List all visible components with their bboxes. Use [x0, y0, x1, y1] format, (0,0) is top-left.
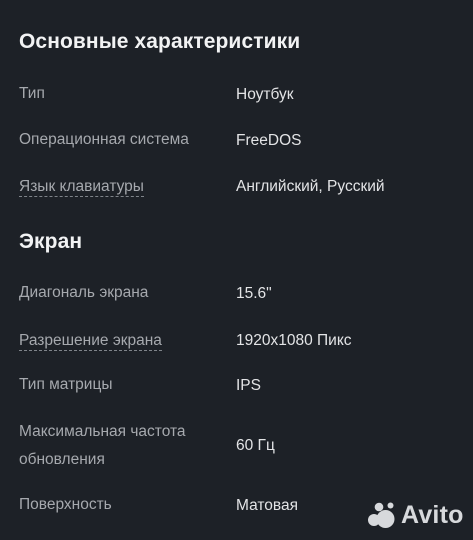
spec-value: Английский, Русский — [236, 178, 385, 195]
spec-label: Тип — [19, 85, 45, 102]
spec-value: Матовая — [236, 497, 298, 514]
spec-label-keyboard-language-link[interactable]: Язык клавиатуры — [19, 177, 144, 197]
spec-label-resolution-link[interactable]: Разрешение экрана — [19, 331, 162, 351]
spec-label: Поверхность — [19, 496, 112, 513]
spec-label: Тип матрицы — [19, 376, 113, 393]
spec-value: 60 Гц — [236, 437, 275, 454]
section-title-screen: Экран — [19, 230, 83, 253]
spec-value: FreeDOS — [236, 132, 302, 149]
avito-logo-icon — [368, 502, 395, 528]
avito-watermark: Avito — [366, 499, 464, 531]
spec-value: 15.6" — [236, 285, 272, 302]
spec-value: 1920x1080 Пикс — [236, 332, 352, 349]
avito-wordmark: Avito — [401, 500, 464, 529]
section-title-main-specs: Основные характеристики — [19, 30, 301, 53]
spec-value: IPS — [236, 377, 261, 394]
spec-label: Диагональ экрана — [19, 284, 149, 301]
spec-value: Ноутбук — [236, 86, 294, 103]
spec-label: Максимальная частота — [19, 423, 186, 440]
spec-label: Операционная система — [19, 131, 189, 148]
spec-label-line2: обновления — [19, 451, 105, 468]
